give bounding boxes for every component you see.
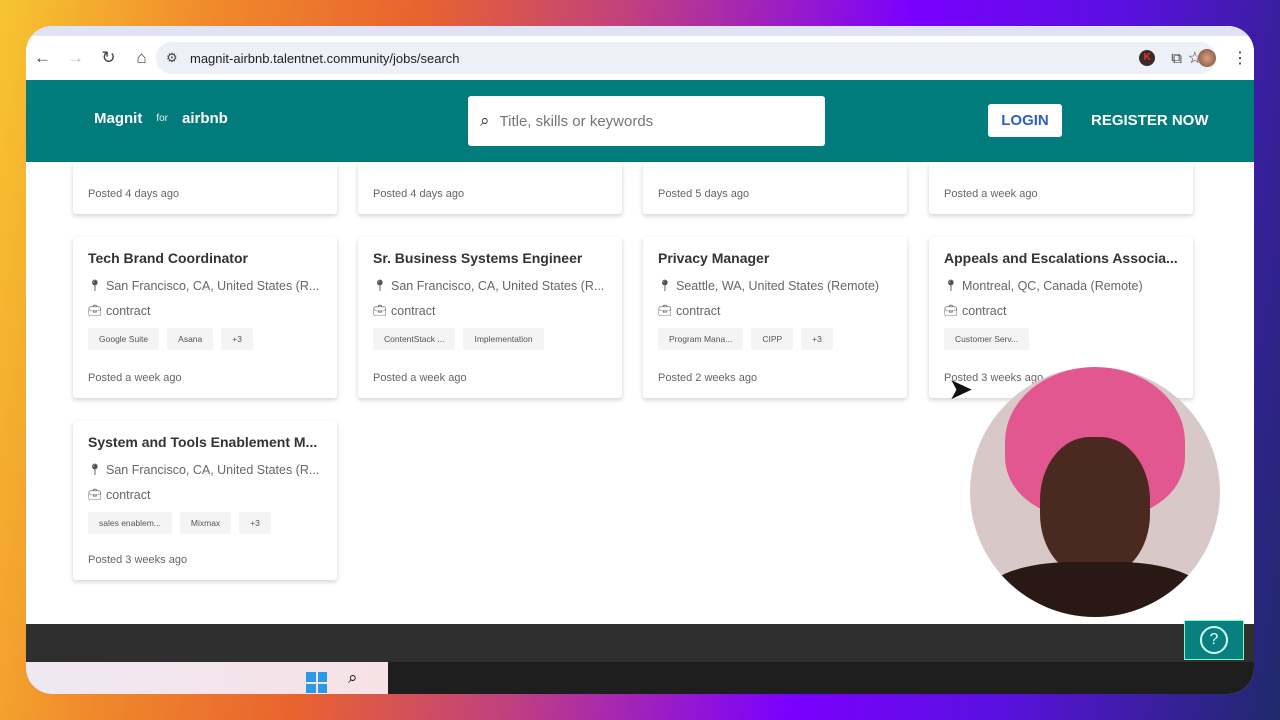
mouse-cursor-icon: ➤ <box>948 373 974 406</box>
logo-for-text: for <box>156 113 168 124</box>
job-card-partial[interactable]: Posted a week ago <box>929 162 1193 214</box>
posted-date: Posted 2 weeks ago <box>658 372 758 384</box>
job-type: contract <box>676 304 721 318</box>
site-info-icon[interactable]: ⚙ <box>166 50 190 66</box>
airbnb-logo: airbnb <box>182 110 228 127</box>
skill-tag: Google Suite <box>88 328 160 350</box>
briefcase-icon: 💼︎ <box>88 305 102 317</box>
job-card-partial[interactable]: Posted 5 days ago <box>643 162 907 214</box>
job-type: contract <box>962 304 1007 318</box>
job-location: San Francisco, CA, United States (R... <box>106 279 320 293</box>
reload-icon[interactable]: ↻ <box>92 48 125 68</box>
skill-tag: +3 <box>239 512 271 534</box>
job-title[interactable]: Tech Brand Coordinator <box>88 250 322 266</box>
job-location: San Francisco, CA, United States (R... <box>106 463 320 477</box>
job-type: contract <box>391 304 436 318</box>
job-card[interactable]: Sr. Business Systems Engineer 📍︎ San Fran… <box>358 237 622 398</box>
skill-tag: Mixmax <box>179 512 232 534</box>
posted-date: Posted 3 weeks ago <box>88 554 188 566</box>
job-location: Montreal, QC, Canada (Remote) <box>962 279 1143 293</box>
url-text[interactable]: magnit-airbnb.talentnet.community/jobs/s… <box>190 51 460 66</box>
posted-date: Posted a week ago <box>944 188 1038 200</box>
location-pin-icon: 📍︎ <box>88 280 102 292</box>
job-card[interactable]: Tech Brand Coordinator 📍︎ San Francisco, … <box>73 237 337 398</box>
windows-start-icon[interactable] <box>306 672 327 693</box>
job-title[interactable]: System and Tools Enablement M... <box>88 434 322 450</box>
location-pin-icon: 📍︎ <box>373 280 387 292</box>
search-input[interactable] <box>499 112 790 130</box>
job-title[interactable]: Privacy Manager <box>658 250 892 266</box>
job-type: contract <box>106 304 151 318</box>
posted-date: Posted 4 days ago <box>88 188 180 200</box>
skill-tag: ContentStack ... <box>373 328 456 350</box>
home-icon[interactable]: ⌂ <box>125 48 158 68</box>
posted-date: Posted 5 days ago <box>658 188 750 200</box>
taskbar: ⌕ <box>26 662 1254 694</box>
skill-tag: +3 <box>801 328 833 350</box>
job-card[interactable]: System and Tools Enablement M... 📍︎ San F… <box>73 421 337 580</box>
location-pin-icon: 📍︎ <box>88 464 102 476</box>
posted-date: Posted 4 days ago <box>373 188 465 200</box>
help-icon: ? <box>1200 626 1228 654</box>
forward-icon[interactable]: → <box>59 48 92 68</box>
job-location: San Francisco, CA, United States (R... <box>391 279 605 293</box>
skill-tag: Asana <box>167 328 214 350</box>
job-title[interactable]: Appeals and Escalations Associa... <box>944 250 1178 266</box>
magnit-logo: Magnit <box>94 110 143 127</box>
posted-date: Posted a week ago <box>88 372 182 384</box>
posted-date: Posted a week ago <box>373 372 467 384</box>
register-button[interactable]: REGISTER NOW <box>1091 104 1209 137</box>
tab-strip <box>26 26 1254 36</box>
skill-tag: Customer Serv... <box>944 328 1030 350</box>
search-icon: ⌕ <box>480 111 490 130</box>
location-pin-icon: 📍︎ <box>658 280 672 292</box>
briefcase-icon: 💼︎ <box>944 305 958 317</box>
location-pin-icon: 📍︎ <box>944 280 958 292</box>
search-box[interactable]: ⌕ <box>468 96 825 146</box>
skill-tag: CIPP <box>751 328 794 350</box>
profile-avatar[interactable] <box>1198 49 1216 67</box>
skill-tag: Program Mana... <box>658 328 744 350</box>
taskbar-search-icon[interactable]: ⌕ <box>348 668 358 688</box>
briefcase-icon: 💼︎ <box>658 305 672 317</box>
logo[interactable]: Magnit for airbnb <box>94 110 228 127</box>
skill-tag: sales enablem... <box>88 512 172 534</box>
briefcase-icon: 💼︎ <box>88 489 102 501</box>
skill-tag: Implementation <box>463 328 544 350</box>
job-title[interactable]: Sr. Business Systems Engineer <box>373 250 607 266</box>
skill-tag: +3 <box>221 328 253 350</box>
menu-icon[interactable]: ⋮ <box>1232 48 1248 68</box>
back-icon[interactable]: ← <box>26 48 59 68</box>
job-type: contract <box>106 488 151 502</box>
extension-k-icon[interactable]: K <box>1139 50 1156 66</box>
browser-toolbar: ← → ↻ ⌂ ⚙ magnit-airbnb.talentnet.commun… <box>26 36 1254 80</box>
address-bar[interactable]: ⚙ magnit-airbnb.talentnet.community/jobs… <box>156 42 1216 74</box>
job-card-partial[interactable]: Posted 4 days ago <box>73 162 337 214</box>
job-card[interactable]: Privacy Manager 📍︎ Seattle, WA, United St… <box>643 237 907 398</box>
briefcase-icon: 💼︎ <box>373 305 387 317</box>
site-header: Magnit for airbnb ⌕ LOGIN REGISTER NOW <box>26 80 1254 162</box>
help-button[interactable]: ? <box>1184 620 1244 660</box>
webcam-overlay <box>970 367 1220 617</box>
job-card-partial[interactable]: Posted 4 days ago <box>358 162 622 214</box>
job-location: Seattle, WA, United States (Remote) <box>676 279 880 293</box>
page-footer <box>26 624 1254 662</box>
login-button[interactable]: LOGIN <box>988 104 1062 137</box>
extensions-icon[interactable]: ⧉ <box>1171 50 1182 67</box>
